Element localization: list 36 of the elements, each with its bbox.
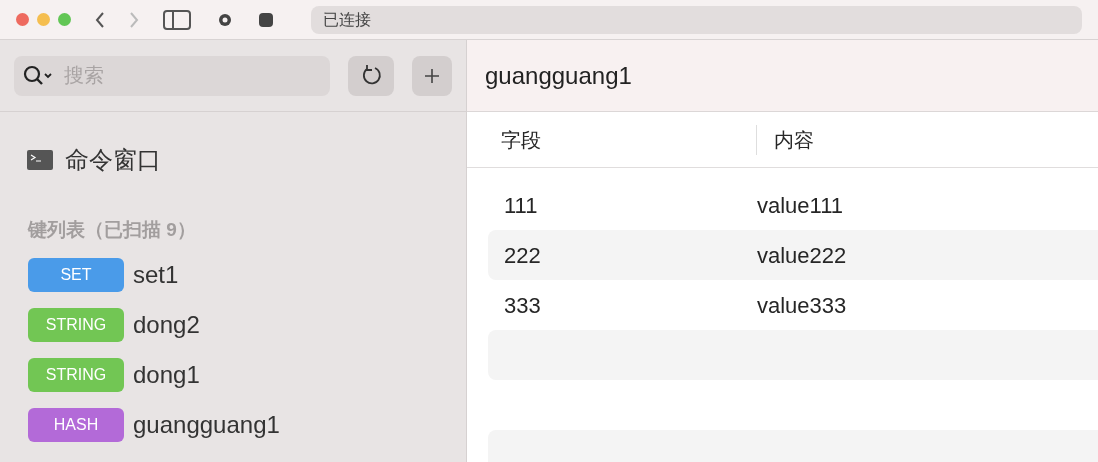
key-name: dong2 (133, 309, 200, 340)
type-tag: STRING (28, 357, 124, 392)
column-header[interactable]: 字段 (501, 124, 541, 155)
table-row[interactable]: 333 value333 (488, 280, 1098, 330)
key-name: set1 (133, 259, 179, 290)
status-field: 已连接 (311, 5, 1082, 34)
key-list-item[interactable]: STRING dong2 (28, 306, 200, 343)
command-window-label: 命令窗口 (65, 145, 161, 175)
table-row[interactable]: 222 value222 (488, 230, 1098, 280)
sidebar-icon[interactable] (163, 9, 191, 30)
key-name: guangguang1 (485, 60, 632, 91)
command-window-item[interactable]: 命令窗口 (27, 142, 161, 178)
table-cell-text: 222 (503, 241, 542, 270)
add-button[interactable] (412, 55, 452, 96)
type-tag: SET (28, 257, 124, 292)
key-list-item[interactable]: SET set1 (28, 256, 179, 293)
column-header[interactable]: 内容 (774, 128, 814, 151)
refresh-button[interactable] (348, 55, 394, 96)
type-tag: HASH (28, 407, 124, 442)
table-cell-text: value222 (757, 241, 847, 270)
table-cell-text: 333 (503, 291, 542, 320)
back-icon[interactable] (95, 11, 105, 28)
key-name: guangguang1 (133, 409, 280, 440)
table-row[interactable]: 111 value111 (488, 180, 1098, 230)
table-cell-text: value333 (757, 291, 847, 320)
stop-icon[interactable] (259, 12, 273, 27)
key-list-title: 键列表（已扫描 9） (28, 218, 196, 242)
terminal-icon (27, 150, 53, 170)
key-name: dong1 (133, 359, 200, 390)
key-list-item[interactable]: STRING dong1 (28, 356, 200, 393)
table-cell-text: 111 (503, 191, 539, 220)
key-list-item[interactable]: HASH guangguang1 (28, 406, 280, 443)
close-window-icon[interactable] (16, 13, 29, 26)
table-cell-text: value111 (757, 191, 844, 220)
plus-icon (424, 67, 440, 84)
type-tag: STRING (28, 307, 124, 342)
